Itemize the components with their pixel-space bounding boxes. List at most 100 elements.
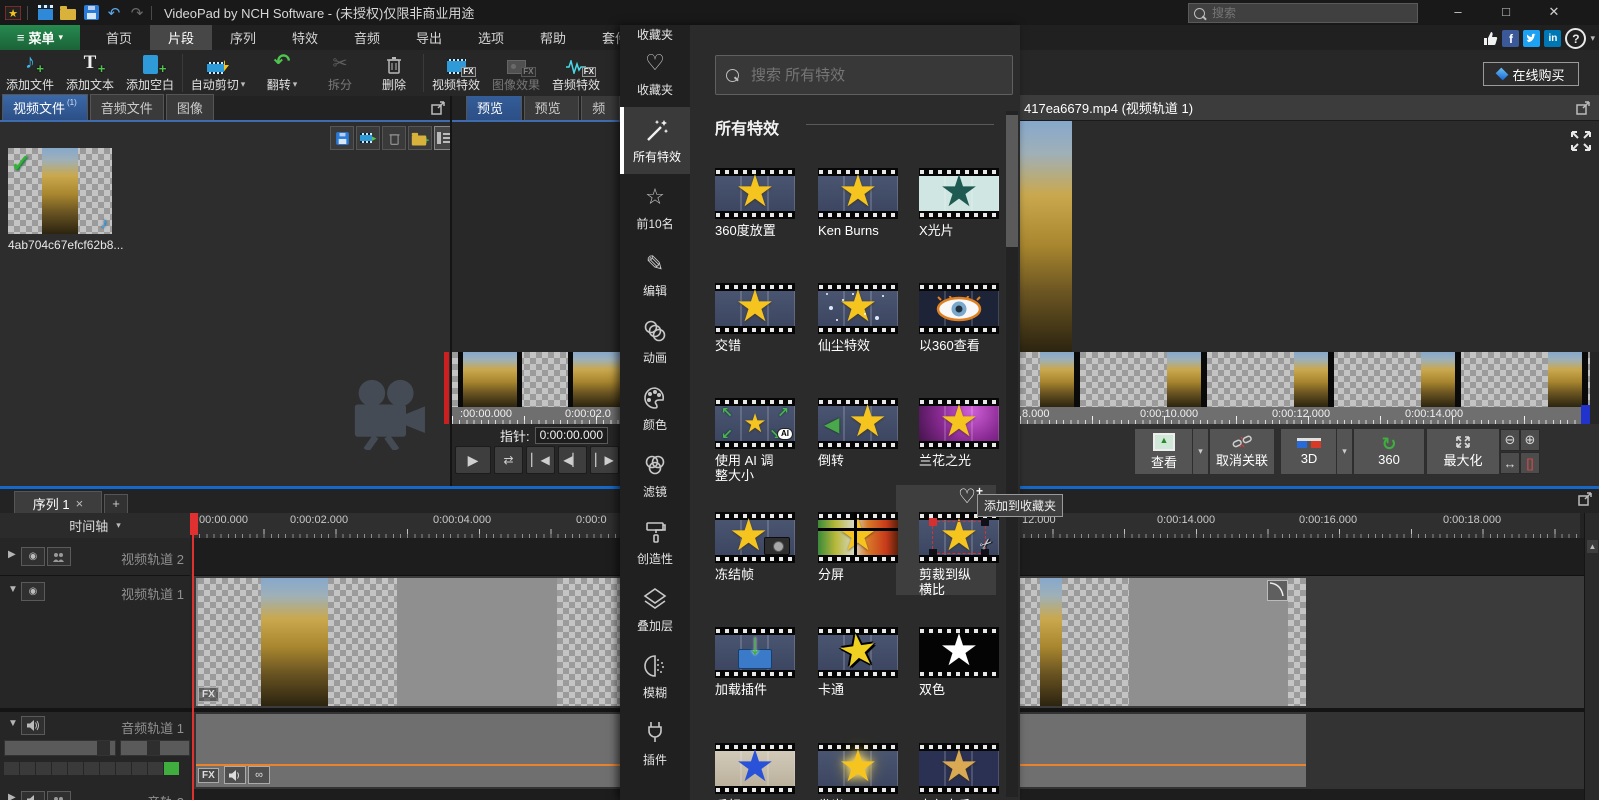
sidebar-item-top10[interactable]: ☆ 前10名 xyxy=(620,174,690,241)
fullscreen-icon[interactable] xyxy=(1569,129,1593,153)
title-search-box[interactable] xyxy=(1188,3,1418,23)
effect-split-screen[interactable]: ★ 分屏 xyxy=(818,512,914,582)
go-start-button[interactable]: ▏◀ xyxy=(526,446,555,474)
add-blank-button[interactable]: + 添加空白 xyxy=(120,50,180,96)
pan-slider[interactable] xyxy=(120,740,190,756)
tab-sequence[interactable]: 序列 xyxy=(212,25,274,50)
open-folder-icon[interactable] xyxy=(58,4,78,22)
clip-preview-filmstrip[interactable] xyxy=(452,352,620,407)
effects-search-input[interactable] xyxy=(749,66,1012,85)
step-forward-button[interactable]: ▏▶ xyxy=(590,446,619,474)
tab-home[interactable]: 首页 xyxy=(88,25,150,50)
effect-freeze-frame[interactable]: ★ 冻结帧 xyxy=(715,512,811,582)
volume-slider[interactable] xyxy=(4,740,116,756)
effect-invert[interactable]: ★ 反相 xyxy=(715,743,811,800)
effect-cartoon[interactable]: ★ 卡通 xyxy=(818,627,914,697)
effect-two-tone[interactable]: ★ 双色 xyxy=(919,627,1015,697)
preview-filmstrip[interactable] xyxy=(1020,352,1590,407)
clip-volume-icon[interactable] xyxy=(224,766,246,784)
tab-sequence-preview[interactable]: 序列预览 xyxy=(524,96,580,120)
effect-load-plugin[interactable]: ↓ 加载插件 xyxy=(715,627,811,697)
undock-icon[interactable] xyxy=(1576,100,1591,115)
track-mute-button[interactable] xyxy=(21,716,45,735)
effect-fairy-dust[interactable]: ★ 仙尘特效 xyxy=(818,283,914,353)
unlink-button[interactable]: 取消关联 xyxy=(1209,428,1275,475)
maximize-preview-button[interactable]: 最大化 xyxy=(1426,428,1500,475)
tab-audio-files[interactable]: 音频文件 xyxy=(90,94,164,120)
pointer-time-field[interactable]: 0:00:00.000 xyxy=(535,427,608,444)
audio-effects-button[interactable]: FX 音频特效 xyxy=(546,50,606,96)
clip-preview-playhead[interactable] xyxy=(444,352,449,424)
tab-clip-preview[interactable]: 片段预览 xyxy=(466,96,522,120)
add-file-button[interactable]: ♪+ 添加文件 xyxy=(0,50,60,96)
effect-crop-aspect[interactable]: ★ ✂ 剪裁到纵横比 xyxy=(919,512,1015,597)
tab-video[interactable]: 视频 xyxy=(581,96,620,120)
chevron-down-icon[interactable]: ▾ xyxy=(1590,33,1595,44)
buy-online-button[interactable]: 在线购买 xyxy=(1483,62,1579,86)
loop-region-button[interactable]: [] xyxy=(1520,452,1540,474)
preview-ruler[interactable]: 8.000 0:00:10.000 0:00:12.000 0:00:14.00… xyxy=(1020,407,1590,424)
effect-antique[interactable]: ★ 古色古香 xyxy=(919,743,1015,800)
tab-options[interactable]: 选项 xyxy=(460,25,522,50)
effect-view-360[interactable]: 以360查看 xyxy=(919,283,1015,353)
step-back-button[interactable]: ◀▏ xyxy=(558,446,587,474)
tab-video-files[interactable]: 视频文件(1) xyxy=(2,94,88,120)
track-mute-button[interactable] xyxy=(21,791,45,800)
360-button[interactable]: ↻ 360 xyxy=(1353,428,1425,475)
collapse-icon[interactable]: ▶ xyxy=(8,549,16,560)
expand-icon[interactable]: ▼ xyxy=(8,718,18,729)
facebook-icon[interactable]: f xyxy=(1502,30,1519,47)
sidebar-item-blur[interactable]: 模糊 xyxy=(620,643,690,710)
fit-width-button[interactable]: ↔ xyxy=(1500,452,1520,474)
undock-icon[interactable] xyxy=(1578,491,1593,506)
effect-ai-resize[interactable]: ★ ↖ ↗ ↙ ↘ AI 使用 AI 调整大小 xyxy=(715,398,811,483)
3d-dropdown[interactable]: ▾ xyxy=(1336,428,1353,475)
scroll-up-icon[interactable]: ▲ xyxy=(1587,540,1598,553)
effect-360-placement[interactable]: ★ 360度放置 xyxy=(715,168,811,238)
effect-orchid-light[interactable]: ★ 兰花之光 xyxy=(919,398,1015,468)
timeline-mode-selector[interactable]: 时间轴 ▾ xyxy=(0,513,190,539)
play-button[interactable]: ▶ xyxy=(455,446,491,474)
delete-button[interactable]: 删除 xyxy=(367,50,421,96)
tab-clip[interactable]: 片段 xyxy=(150,25,212,50)
effect-interlace[interactable]: ★ 交错 xyxy=(715,283,811,353)
undo-icon[interactable]: ↶ xyxy=(104,4,124,22)
view-dropdown[interactable]: ▾ xyxy=(1192,428,1209,475)
timeline-scrollbar[interactable]: ▲ xyxy=(1584,513,1599,800)
video-effects-button[interactable]: FX 视频特效 xyxy=(426,50,486,96)
sidebar-item-all-effects[interactable]: 所有特效 xyxy=(620,107,690,174)
tab-help[interactable]: 帮助 xyxy=(522,25,584,50)
close-button[interactable]: ✕ xyxy=(1540,2,1568,22)
like-icon[interactable] xyxy=(1482,31,1498,47)
menu-button[interactable]: ≡ 菜单 ▾ xyxy=(0,25,80,50)
bin-clip-thumbnail[interactable]: ✓ ♪ xyxy=(8,148,112,234)
ruler-end-marker[interactable] xyxy=(1581,405,1590,426)
clip-fx-badge[interactable]: FX xyxy=(198,687,219,702)
track-visibility-button[interactable]: ◉ xyxy=(21,582,45,601)
clip-link-icon[interactable]: ∞ xyxy=(248,766,270,784)
save-clip-button[interactable] xyxy=(330,126,354,150)
sidebar-item-color[interactable]: 颜色 xyxy=(620,375,690,442)
effects-search-box[interactable] xyxy=(715,55,1013,95)
fade-curve-icon[interactable] xyxy=(1267,580,1288,601)
tab-audio[interactable]: 音频 xyxy=(336,25,398,50)
view-button[interactable]: ▲ 查看 xyxy=(1134,428,1194,475)
clapper-icon[interactable] xyxy=(35,4,55,22)
tab-effects[interactable]: 特效 xyxy=(274,25,336,50)
close-tab-icon[interactable]: × xyxy=(76,496,84,511)
export-clip-button[interactable]: ▶ xyxy=(356,126,380,150)
add-text-button[interactable]: T+ 添加文本 xyxy=(60,50,120,96)
zoom-out-button[interactable]: ⊖ xyxy=(1500,429,1520,451)
auto-cut-button[interactable]: 自动剪切▾ xyxy=(185,50,251,96)
minimize-button[interactable]: – xyxy=(1444,2,1472,22)
track-group-button[interactable] xyxy=(47,547,71,566)
sidebar-item-favorites[interactable]: ♡ 收藏夹 xyxy=(620,40,690,107)
zoom-in-button[interactable]: ⊕ xyxy=(1520,429,1540,451)
sidebar-item-edit[interactable]: ✎ 编辑 xyxy=(620,241,690,308)
effect-ken-burns[interactable]: ★ Ken Burns xyxy=(818,168,914,238)
expand-icon[interactable]: ▼ xyxy=(8,584,18,595)
delete-clip-button[interactable] xyxy=(382,126,406,150)
tab-export[interactable]: 导出 xyxy=(398,25,460,50)
clip-fx-badge[interactable]: FX xyxy=(198,768,219,783)
effect-reverse[interactable]: ◀ ★ 倒转 xyxy=(818,398,914,468)
